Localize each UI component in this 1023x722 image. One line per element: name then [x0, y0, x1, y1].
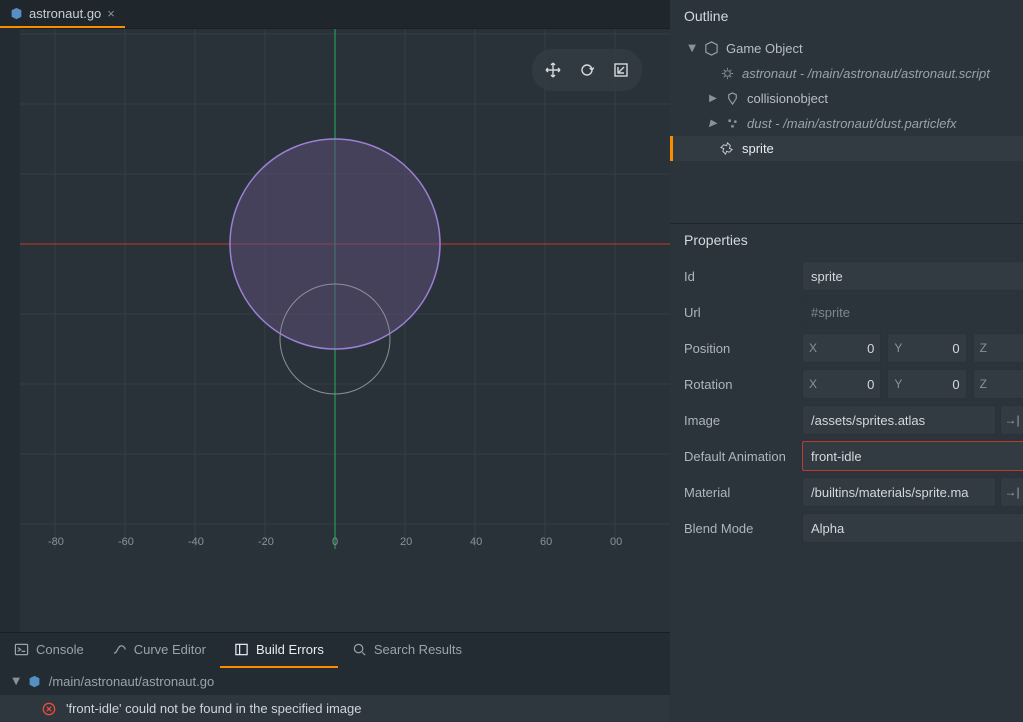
image-path-input[interactable]: [802, 405, 996, 435]
outline-title: Outline: [670, 0, 1023, 34]
prop-label-material: Material: [684, 485, 794, 500]
prop-label-id: Id: [684, 269, 794, 284]
prop-label-url: Url: [684, 305, 794, 320]
bottom-tab-strip: Console Curve Editor Build Errors Search…: [0, 632, 670, 668]
material-path-input[interactable]: [802, 477, 996, 507]
chevron-right-icon: ▶: [708, 118, 718, 129]
curve-icon: [112, 642, 127, 657]
particles-icon: [725, 116, 740, 131]
errors-icon: [234, 642, 249, 657]
editor-tab-strip: astronaut.go ×: [0, 0, 670, 28]
viewport-toolbar: [532, 49, 642, 91]
tab-curve-editor[interactable]: Curve Editor: [98, 633, 220, 668]
scene-viewport[interactable]: 0 0 0 -20 -40 -60 -80 -80 -60 -40 -20 0 …: [20, 28, 670, 632]
rot-z-input[interactable]: [991, 377, 1023, 392]
pos-x-input[interactable]: [821, 341, 874, 356]
cube-icon: [10, 7, 23, 20]
goto-resource-button[interactable]: →|: [1000, 477, 1023, 507]
pos-z-input[interactable]: [991, 341, 1023, 356]
url-input: [802, 297, 1023, 327]
cube-icon: [28, 675, 41, 688]
svg-text:0: 0: [332, 536, 338, 548]
chevron-right-icon: ▶: [708, 93, 718, 104]
tab-label: astronaut.go: [29, 6, 101, 21]
tab-search-results[interactable]: Search Results: [338, 633, 476, 668]
build-errors-panel: ▶ /main/astronaut/astronaut.go 'front-id…: [0, 668, 670, 722]
outline-item-collisionobject[interactable]: ▶ collisionobject: [670, 86, 1023, 111]
prop-label-image: Image: [684, 413, 794, 428]
chevron-down-icon: ▶: [687, 44, 698, 54]
outline-item-script[interactable]: astronaut - /main/astronaut/astronaut.sc…: [670, 61, 1023, 86]
outline-panel: Outline ▶ Game Object astronaut - /main/…: [670, 0, 1023, 224]
prop-label-default-animation: Default Animation: [684, 449, 794, 464]
rot-x-input[interactable]: [821, 377, 874, 392]
tab-build-errors[interactable]: Build Errors: [220, 633, 338, 668]
pos-y-input[interactable]: [906, 341, 959, 356]
outline-root[interactable]: ▶ Game Object: [670, 36, 1023, 61]
search-icon: [352, 642, 367, 657]
blend-mode-select[interactable]: [802, 513, 1023, 543]
svg-text:00: 00: [610, 536, 622, 548]
default-animation-select[interactable]: [802, 441, 1023, 471]
prop-label-blend-mode: Blend Mode: [684, 521, 794, 536]
svg-text:60: 60: [540, 536, 552, 548]
error-message-row[interactable]: 'front-idle' could not be found in the s…: [0, 695, 670, 722]
cube-icon: [704, 41, 719, 56]
console-icon: [14, 642, 29, 657]
prop-label-position: Position: [684, 341, 794, 356]
svg-text:40: 40: [470, 536, 482, 548]
sprite-icon: [720, 141, 735, 156]
error-icon: [42, 702, 56, 716]
prop-label-rotation: Rotation: [684, 377, 794, 392]
rot-y-input[interactable]: [906, 377, 959, 392]
svg-text:-40: -40: [188, 536, 204, 548]
svg-text:-60: -60: [118, 536, 134, 548]
chevron-down-icon: ▶: [10, 678, 21, 686]
viewport-canvas: 0 0 0 -20 -40 -60 -80 -80 -60 -40 -20 0 …: [20, 29, 670, 561]
move-tool-button[interactable]: [536, 53, 570, 87]
svg-text:-20: -20: [258, 536, 274, 548]
scale-tool-button[interactable]: [604, 53, 638, 87]
editor-tab[interactable]: astronaut.go ×: [0, 0, 125, 28]
collision-icon: [725, 91, 740, 106]
rotate-tool-button[interactable]: [570, 53, 604, 87]
outline-item-sprite[interactable]: sprite: [670, 136, 1023, 161]
gear-icon: [720, 66, 735, 81]
error-file-row[interactable]: ▶ /main/astronaut/astronaut.go: [0, 668, 670, 695]
properties-title: Properties: [670, 224, 1023, 258]
id-input[interactable]: [802, 261, 1023, 291]
properties-panel: Properties Id Url Position X Y Z Rotatio…: [670, 224, 1023, 722]
svg-text:-80: -80: [48, 536, 64, 548]
tab-console[interactable]: Console: [0, 633, 98, 668]
outline-item-particlefx[interactable]: ▶ dust - /main/astronaut/dust.particlefx: [670, 111, 1023, 136]
close-icon[interactable]: ×: [107, 6, 115, 21]
goto-resource-button[interactable]: →|: [1000, 405, 1023, 435]
svg-text:20: 20: [400, 536, 412, 548]
